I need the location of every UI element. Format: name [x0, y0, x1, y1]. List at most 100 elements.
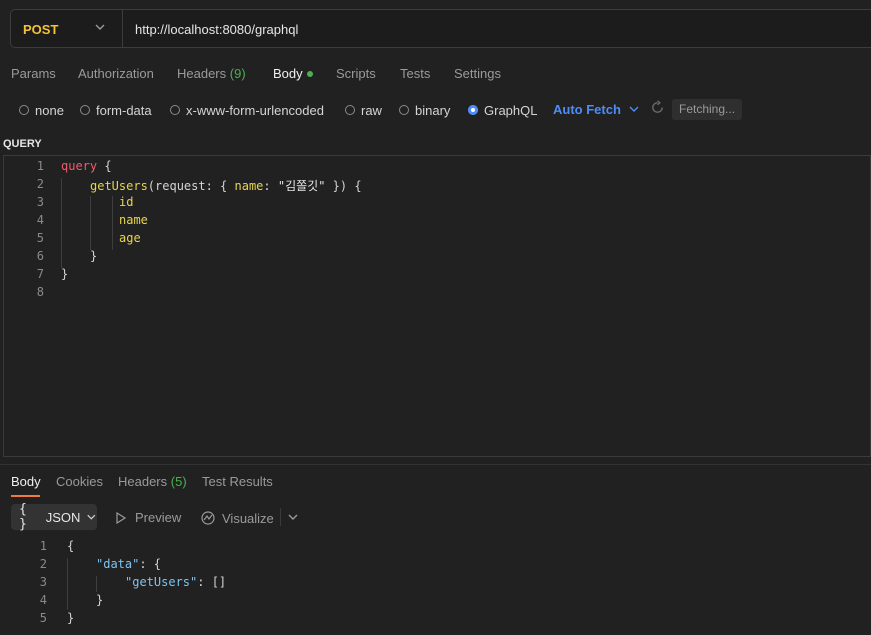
code-line: name: [119, 213, 148, 227]
refresh-icon[interactable]: [650, 100, 665, 115]
line-number: 6: [36, 249, 44, 263]
brace-token: {: [104, 159, 112, 173]
body-status-dot: [306, 70, 313, 77]
braces-icon: { }: [19, 502, 27, 532]
tab-body[interactable]: Body: [273, 66, 313, 81]
headers-count-badge: (5): [170, 474, 187, 489]
indent-guide: [61, 178, 62, 268]
toolbar-divider: [280, 508, 281, 526]
line-number: 8: [36, 285, 44, 299]
tab-label: Params: [11, 66, 56, 81]
auto-fetch-button[interactable]: Auto Fetch: [553, 102, 621, 117]
line-number: 7: [36, 267, 44, 281]
code-line: }: [61, 267, 68, 281]
field-token: name: [119, 213, 148, 227]
field-token: age: [119, 231, 141, 245]
code-line: age: [119, 231, 141, 245]
line-number: 1: [39, 539, 47, 553]
radio-x-www-form-urlencoded[interactable]: x-www-form-urlencoded: [170, 102, 324, 118]
line-number: 2: [39, 557, 47, 571]
punct-token: :: [263, 179, 278, 193]
chevron-down-icon[interactable]: [628, 103, 640, 115]
response-tab-body[interactable]: Body: [11, 474, 41, 489]
radio-label: none: [35, 102, 64, 118]
json-punct: : {: [139, 557, 162, 571]
radio-circle: [399, 105, 409, 115]
line-number: 5: [36, 231, 44, 245]
response-tab-cookies[interactable]: Cookies: [56, 474, 103, 489]
visualize-button[interactable]: Visualize: [200, 510, 274, 526]
tab-settings[interactable]: Settings: [454, 66, 501, 81]
indent-guide: [112, 196, 113, 250]
tab-label: Scripts: [336, 66, 376, 81]
string-token: "김쫄깃": [277, 179, 326, 193]
method-select[interactable]: POST: [23, 22, 58, 37]
line-number: 5: [39, 611, 47, 625]
chevron-down-icon[interactable]: [287, 511, 299, 523]
radio-none[interactable]: none: [19, 102, 64, 118]
preview-label: Preview: [135, 510, 182, 525]
keyword-token: query: [61, 159, 98, 173]
json-value: : []: [197, 575, 227, 589]
visualize-icon: [201, 511, 215, 525]
radio-graphql[interactable]: GraphQL: [468, 102, 537, 118]
radio-label: x-www-form-urlencoded: [186, 102, 324, 118]
active-tab-underline: [11, 495, 40, 497]
preview-button[interactable]: Preview: [115, 510, 181, 525]
radio-circle: [345, 105, 355, 115]
indent-guide: [67, 558, 68, 610]
punct-token: (request: {: [147, 179, 235, 193]
code-line: }: [90, 249, 97, 263]
line-number: 4: [39, 593, 47, 607]
radio-label: binary: [415, 102, 451, 118]
url-divider: [122, 10, 123, 47]
tab-tests[interactable]: Tests: [400, 66, 430, 81]
function-token: getUsers: [90, 179, 148, 193]
tab-label: Headers: [118, 474, 168, 489]
url-input[interactable]: http://localhost:8080/graphql: [135, 22, 298, 37]
tab-label: Headers: [177, 66, 227, 81]
json-line: "getUsers": []: [125, 575, 226, 589]
code-line: id: [119, 195, 133, 209]
json-key: "data": [96, 557, 140, 571]
tab-authorization[interactable]: Authorization: [78, 66, 154, 81]
radio-label: raw: [361, 102, 382, 118]
tab-label: Settings: [454, 66, 501, 81]
chevron-down-icon[interactable]: [94, 21, 106, 33]
tab-headers[interactable]: Headers (9): [177, 66, 246, 81]
response-tab-test-results[interactable]: Test Results: [202, 474, 273, 489]
indent-guide: [90, 196, 91, 250]
line-number: 3: [36, 195, 44, 209]
radio-circle-selected: [468, 105, 478, 115]
radio-raw[interactable]: raw: [345, 102, 382, 118]
json-line: }: [96, 593, 104, 607]
brace-token: }: [61, 267, 69, 281]
radio-circle: [19, 105, 29, 115]
line-number: 2: [36, 177, 44, 191]
arg-name-token: name: [234, 179, 264, 193]
fetching-status-button[interactable]: Fetching...: [672, 99, 743, 120]
pane-divider[interactable]: [0, 464, 871, 465]
radio-binary[interactable]: binary: [399, 102, 450, 118]
tab-label: Authorization: [78, 66, 154, 81]
json-line: {: [67, 539, 75, 553]
format-select[interactable]: { } JSON: [11, 502, 97, 532]
line-number: 3: [39, 575, 47, 589]
headers-count-badge: (9): [229, 66, 246, 81]
tab-params[interactable]: Params: [11, 66, 56, 81]
response-tab-headers[interactable]: Headers (5): [118, 474, 187, 489]
line-number: 1: [36, 159, 44, 173]
tab-scripts[interactable]: Scripts: [336, 66, 376, 81]
json-line: }: [67, 611, 75, 625]
radio-circle: [80, 105, 90, 115]
tab-label: Cookies: [56, 474, 103, 489]
json-line: "data": {: [96, 557, 161, 571]
query-editor[interactable]: 1 2 3 4 5 6 7 8 query { getUsers(request…: [3, 155, 871, 457]
brace-token: }: [90, 249, 98, 263]
visualize-label: Visualize: [222, 510, 274, 526]
code-line: query {: [61, 159, 112, 173]
radio-form-data[interactable]: form-data: [80, 102, 152, 118]
punct-token: }) {: [325, 179, 362, 193]
radio-label: GraphQL: [484, 102, 538, 118]
tab-label: Tests: [400, 66, 431, 81]
